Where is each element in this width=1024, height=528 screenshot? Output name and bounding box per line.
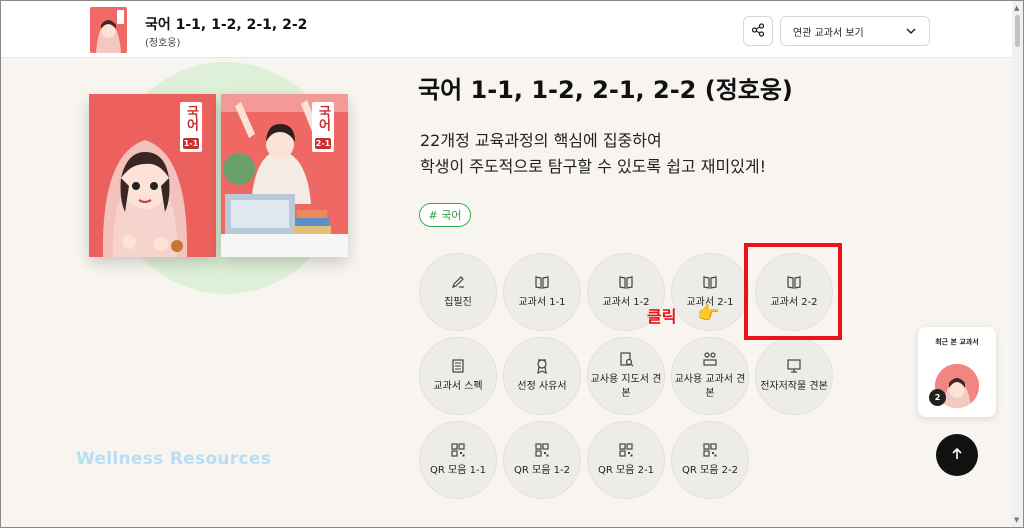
arrow-up-icon bbox=[950, 446, 964, 465]
click-annotation: 클릭 bbox=[647, 307, 677, 326]
vertical-scrollbar[interactable]: ▲ ▼ bbox=[1012, 1, 1023, 527]
qr-icon bbox=[534, 442, 550, 458]
book2-volume: 2-1 bbox=[315, 138, 331, 149]
share-button[interactable] bbox=[743, 16, 773, 46]
watermark-text: Wellness Resources bbox=[76, 449, 272, 469]
teacher-textbook-sample-button[interactable]: 교사용 교과서 견본 bbox=[671, 337, 749, 415]
selection-reason-button[interactable]: 선정 사유서 bbox=[503, 337, 581, 415]
award-icon bbox=[534, 358, 550, 374]
spec-icon bbox=[450, 358, 466, 374]
teacher-guide-sample-label: 교사용 지도서 견본 bbox=[590, 374, 662, 399]
textbook-1-1-label: 교과서 1-1 bbox=[518, 297, 566, 308]
recent-count-badge: 2 bbox=[929, 389, 946, 406]
scroll-down-arrow-icon[interactable]: ▼ bbox=[1014, 516, 1019, 524]
book-icon bbox=[618, 274, 634, 290]
chevron-down-icon bbox=[905, 25, 917, 40]
monitor-icon bbox=[786, 358, 802, 374]
qr-1-2-button[interactable]: QR 모음 1-2 bbox=[503, 421, 581, 499]
digital-sample-label: 전자저작물 견본 bbox=[760, 381, 828, 392]
qr-2-2-label: QR 모음 2-2 bbox=[682, 465, 738, 476]
textbook-spec-button[interactable]: 교과서 스펙 bbox=[419, 337, 497, 415]
writers-button[interactable]: 집필진 bbox=[419, 253, 497, 331]
book-icon bbox=[786, 274, 802, 290]
description-line-2: 학생이 주도적으로 탐구할 수 있도록 쉽고 재미있게! bbox=[420, 157, 767, 176]
book-icon bbox=[534, 274, 550, 290]
related-textbooks-dropdown[interactable]: 연관 교과서 보기 bbox=[780, 16, 930, 46]
textbook-cover-1: 국어 1-1 bbox=[89, 94, 216, 257]
recent-textbooks-panel: 최근 본 교과서 bbox=[918, 327, 996, 417]
qr-1-2-label: QR 모음 1-2 bbox=[514, 465, 570, 476]
writers-label: 집필진 bbox=[444, 297, 472, 308]
teacher-icon bbox=[702, 351, 718, 367]
qr-1-1-button[interactable]: QR 모음 1-1 bbox=[419, 421, 497, 499]
qr-2-2-button[interactable]: QR 모음 2-2 bbox=[671, 421, 749, 499]
book2-title-text: 국어 bbox=[315, 105, 331, 131]
scroll-to-top-button[interactable] bbox=[936, 434, 978, 476]
pen-icon bbox=[450, 274, 466, 290]
description: 22개정 교육과정의 핵심에 집중하여 학생이 주도적으로 탐구할 수 있도록 … bbox=[420, 128, 766, 180]
guide-icon bbox=[618, 351, 634, 367]
book2-title: 국어 2-1 bbox=[312, 102, 334, 152]
description-line-1: 22개정 교육과정의 핵심에 집중하여 bbox=[420, 131, 662, 150]
teacher-textbook-sample-label: 교사용 교과서 견본 bbox=[674, 374, 746, 399]
textbook-spec-label: 교과서 스펙 bbox=[433, 381, 483, 392]
textbook-2-2-label: 교과서 2-2 bbox=[770, 297, 818, 308]
textbook-1-1-button[interactable]: 교과서 1-1 bbox=[503, 253, 581, 331]
recent-textbooks-title: 최근 본 교과서 bbox=[935, 338, 979, 346]
scroll-thumb[interactable] bbox=[1015, 15, 1020, 47]
page-title: 국어 1-1, 1-2, 2-1, 2-2 (정호웅) bbox=[418, 76, 793, 104]
book1-volume: 1-1 bbox=[183, 138, 199, 149]
top-header: 국어 1-1, 1-2, 2-1, 2-2 (정호웅) 연관 교과서 보기 bbox=[1, 1, 1017, 58]
header-book-thumbnail[interactable] bbox=[90, 7, 127, 53]
teacher-guide-sample-button[interactable]: 교사용 지도서 견본 bbox=[587, 337, 665, 415]
share-icon bbox=[751, 22, 765, 41]
textbook-1-2-label: 교과서 1-2 bbox=[602, 297, 650, 308]
pointing-hand-icon: 👉 bbox=[697, 303, 720, 324]
book-icon bbox=[702, 274, 718, 290]
selection-reason-label: 선정 사유서 bbox=[517, 381, 567, 392]
related-textbooks-label: 연관 교과서 보기 bbox=[793, 27, 864, 39]
textbook-2-2-button[interactable]: 교과서 2-2 bbox=[755, 253, 833, 331]
qr-1-1-label: QR 모음 1-1 bbox=[430, 465, 486, 476]
qr-icon bbox=[450, 442, 466, 458]
header-title: 국어 1-1, 1-2, 2-1, 2-2 bbox=[145, 17, 308, 33]
digital-sample-button[interactable]: 전자저작물 견본 bbox=[755, 337, 833, 415]
textbook-cover-2: 국어 2-1 bbox=[221, 94, 348, 257]
qr-2-1-label: QR 모음 2-1 bbox=[598, 465, 654, 476]
book1-title: 국어 1-1 bbox=[180, 102, 202, 152]
book1-title-text: 국어 bbox=[183, 105, 199, 131]
qr-2-1-button[interactable]: QR 모음 2-1 bbox=[587, 421, 665, 499]
qr-icon bbox=[618, 442, 634, 458]
subject-tag[interactable]: # 국어 bbox=[419, 203, 471, 227]
qr-icon bbox=[702, 442, 718, 458]
header-author: (정호웅) bbox=[145, 38, 181, 49]
scroll-up-arrow-icon[interactable]: ▲ bbox=[1014, 4, 1019, 12]
